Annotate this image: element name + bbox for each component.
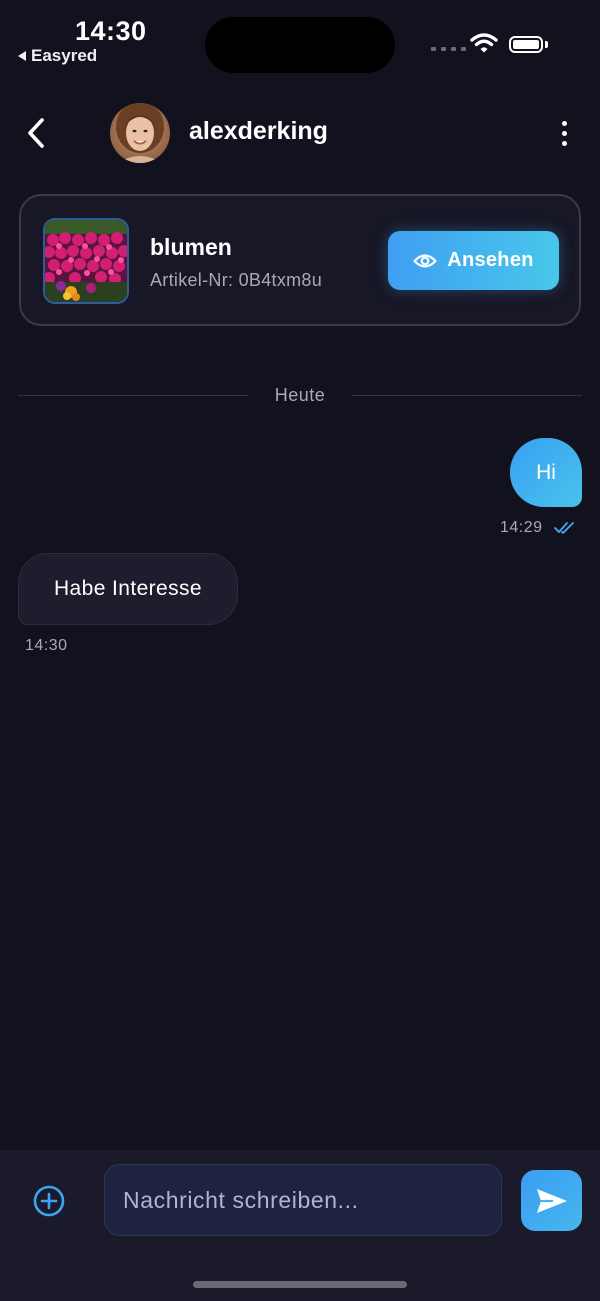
view-item-button[interactable]: Ansehen [388,231,559,290]
add-attachment-button[interactable] [32,1184,66,1218]
eye-icon [413,253,437,268]
item-article-number: Artikel-Nr: 0B4txm8u [150,270,323,290]
chat-username[interactable]: alexderking [189,117,328,146]
back-triangle-icon [18,51,26,61]
send-button[interactable] [521,1170,582,1231]
item-card[interactable]: blumen Artikel-Nr: 0B4txm8u Ansehen [19,194,581,326]
wifi-icon [470,32,498,59]
status-back-app-label: Easyred [31,46,98,65]
more-options-button[interactable] [548,113,580,153]
cellular-signal-icon [431,47,466,51]
plus-circle-icon [33,1185,65,1217]
incoming-message[interactable]: Habe Interesse [18,553,238,625]
battery-icon [509,36,543,53]
back-button[interactable] [16,112,56,154]
item-thumbnail[interactable] [43,218,129,304]
home-indicator [193,1281,407,1288]
status-time: 14:30 [75,16,147,46]
item-title: blumen [150,234,232,260]
status-back-to-app[interactable]: Easyred [18,46,97,66]
outgoing-message-time: 14:29 [500,519,543,536]
outgoing-message[interactable]: Hi [510,438,582,507]
read-receipt-icon [554,521,576,540]
dynamic-island [205,17,395,73]
incoming-message-time: 14:30 [25,637,68,654]
message-input[interactable] [104,1164,502,1236]
more-vertical-icon [561,120,567,126]
send-icon [536,1188,567,1213]
avatar[interactable] [110,103,170,163]
view-item-label: Ansehen [447,249,534,271]
battery-tip [545,41,548,48]
separator-line-right [352,395,582,396]
chevron-left-icon [28,118,44,148]
